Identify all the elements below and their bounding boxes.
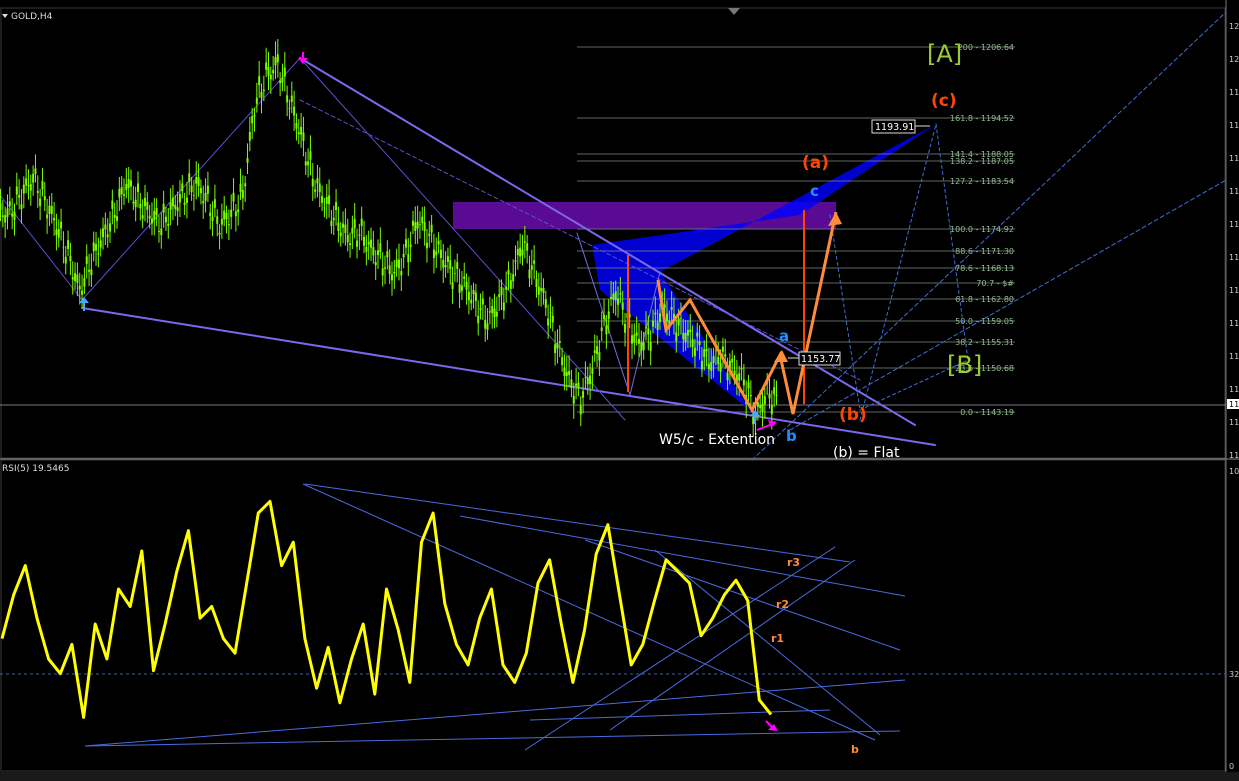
rsi-tick-32: 32 <box>1229 670 1239 679</box>
wave-label-a-paren: (a) <box>802 153 829 173</box>
price-tick-label: 12 <box>1229 55 1239 64</box>
price-tick-label: 11 <box>1229 220 1239 229</box>
background <box>0 0 1239 781</box>
chart-window: GOLD,H4 RSI(5) 19.5465 12 12 11 11 11 11 11 11 1… <box>0 0 1239 781</box>
wave-label-c-paren: (c) <box>931 91 957 111</box>
fib-level-label: 138.2 - 1187.05 <box>950 157 1014 166</box>
rsi-label-r2: r2 <box>776 598 789 611</box>
fib-level-label: 88.6 - 1171.30 <box>955 247 1014 256</box>
price-tick-label: 11 <box>1229 187 1239 196</box>
bottom-scrollbar[interactable] <box>0 772 1239 781</box>
price-tick-label: 11 <box>1229 418 1239 427</box>
fib-level-label: 100.0 - 1174.92 <box>950 225 1014 234</box>
price-tick-label: 11 <box>1229 154 1239 163</box>
wave-label-big-A: [A] <box>927 40 962 68</box>
rsi-label: RSI(5) 19.5465 <box>2 464 69 474</box>
wave-label-small-c: c <box>810 182 819 200</box>
price-box-upper-text: 1193.91 <box>875 122 914 133</box>
symbol-label: GOLD,H4 <box>11 12 53 22</box>
fib-level-label: 0.0 - 1143.19 <box>960 408 1014 417</box>
price-tick-label: 11 <box>1229 451 1239 460</box>
fib-level-label: 61.8 - 1162.80 <box>955 295 1014 304</box>
price-tick-label: 11 <box>1229 385 1239 394</box>
wave-label-big-B: [B] <box>947 351 982 379</box>
fib-level-label: 78.6 - 1168.13 <box>955 264 1014 273</box>
price-tick-label: 12 <box>1229 22 1239 31</box>
rsi-label-r3: r3 <box>787 556 800 569</box>
price-tick-label: 11 <box>1229 352 1239 361</box>
fib-level-label: 200 - 1206.64 <box>958 43 1014 52</box>
price-tick-label: 11 <box>1229 319 1239 328</box>
rsi-tick-0: 0 <box>1229 762 1234 771</box>
price-tick-label: 11 <box>1229 286 1239 295</box>
annotation-flat: (b) = Flat <box>833 445 900 461</box>
price-tick-label: 11 <box>1229 88 1239 97</box>
fib-level-label: 70.7 - $# <box>976 279 1014 288</box>
fib-level-label: 38.2 - 1155.31 <box>955 338 1014 347</box>
annotation-w5c: W5/c - Extention <box>659 432 775 448</box>
rsi-tick-100: 10 <box>1229 467 1239 476</box>
price-box-lower-text: 1153.77 <box>801 354 840 365</box>
wave-label-small-a: a <box>779 327 789 345</box>
fib-level-label: 127.2 - 1183.54 <box>950 177 1014 186</box>
wave-label-small-b: b <box>786 427 797 445</box>
fib-level-label: 161.8 - 1194.52 <box>950 114 1014 123</box>
price-tick-label: 11 <box>1229 253 1239 262</box>
wave-label-b-paren: (b) <box>839 405 867 425</box>
price-tick-label: 11 <box>1229 121 1239 130</box>
rsi-label-b: b <box>851 743 859 756</box>
rsi-label-r1: r1 <box>771 632 784 645</box>
current-price-text: 11 <box>1229 400 1239 409</box>
